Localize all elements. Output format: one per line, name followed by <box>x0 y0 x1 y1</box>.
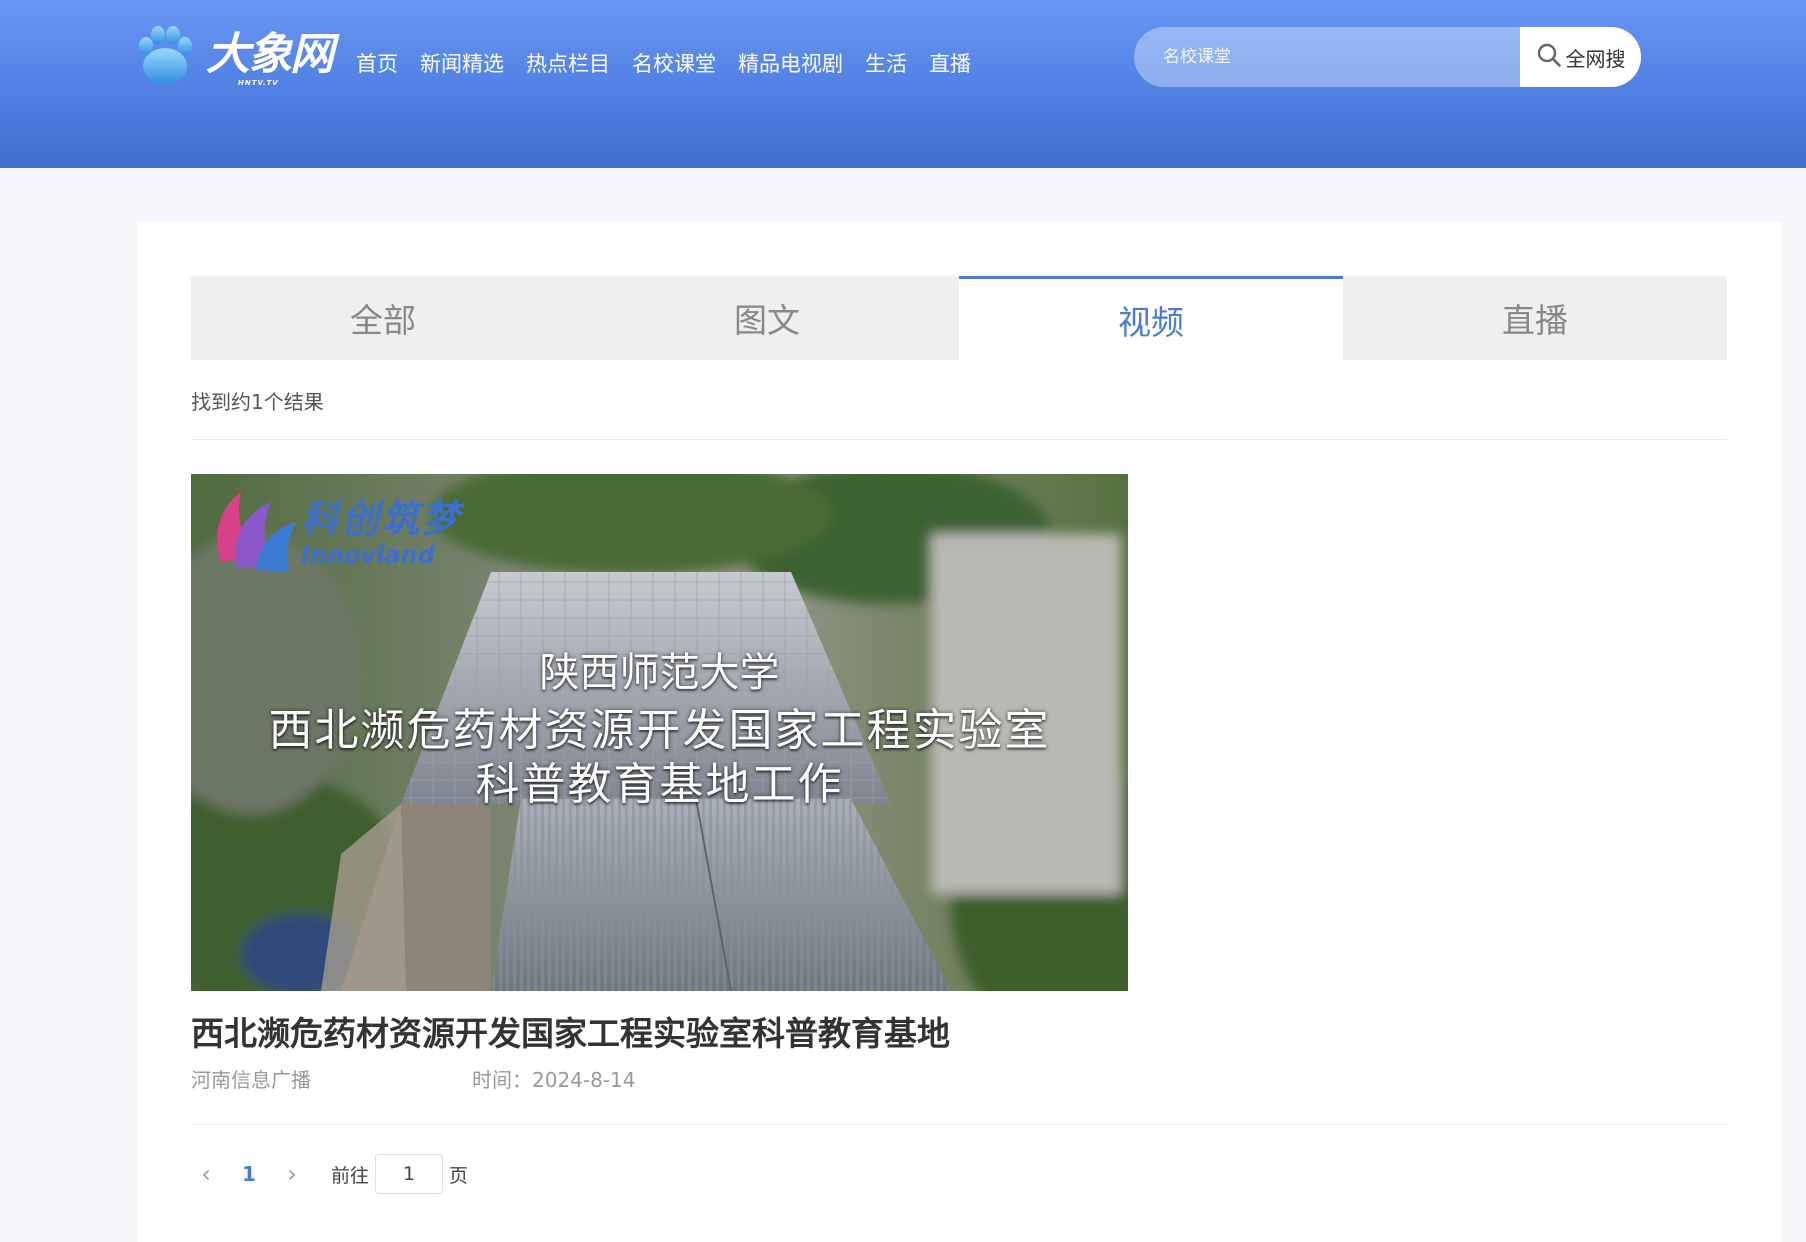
nav-item-tv-series[interactable]: 精品电视剧 <box>738 48 843 78</box>
video-thumbnail[interactable]: 科创筑梦 Innovland 陕西师范大学 西北濒危药材资源开发国家工程实验室 … <box>191 474 1128 991</box>
nav-item-news[interactable]: 新闻精选 <box>420 48 504 78</box>
result-title[interactable]: 西北濒危药材资源开发国家工程实验室科普教育基地 <box>191 1007 950 1055</box>
logo-text: 大象网 HNTV.TV <box>206 29 334 87</box>
tab-video[interactable]: 视频 <box>959 276 1343 360</box>
goto-label: 前往 <box>331 1164 370 1187</box>
site-logo[interactable]: 大象网 HNTV.TV <box>134 20 334 90</box>
page-number[interactable]: 1 <box>221 1162 277 1186</box>
nav-item-life[interactable]: 生活 <box>865 48 907 78</box>
nav-item-live[interactable]: 直播 <box>929 48 971 78</box>
page-unit-label: 页 <box>449 1164 469 1187</box>
search-bar: 全网搜 <box>1134 27 1641 87</box>
next-page-icon[interactable]: › <box>277 1160 307 1188</box>
search-input[interactable] <box>1134 27 1520 87</box>
result-tabs: 全部 图文 视频 直播 <box>191 276 1727 360</box>
tab-live[interactable]: 直播 <box>1343 276 1727 360</box>
goto-page-input[interactable] <box>375 1154 444 1194</box>
paw-logo-icon <box>134 22 196 88</box>
thumbnail-brand: 科创筑梦 Innovland <box>301 488 461 569</box>
pagination: ‹ 1 › 前往 页 <box>191 1154 468 1194</box>
search-button[interactable]: 全网搜 <box>1520 27 1641 87</box>
logo-subtext: HNTV.TV <box>238 79 279 87</box>
divider <box>191 1124 1727 1125</box>
results-panel: 全部 图文 视频 直播 找到约1个结果 科创筑梦 Innovland 陕西师范大… <box>137 222 1781 1242</box>
site-header: 大象网 HNTV.TV 首页 新闻精选 热点栏目 名校课堂 精品电视剧 生活 直… <box>0 0 1806 168</box>
result-time: 时间：2024-8-14 <box>472 1068 636 1092</box>
result-source: 河南信息广播 <box>191 1068 311 1092</box>
thumbnail-caption-line: 陕西师范大学 <box>539 650 780 696</box>
thumbnail-brand-en: Innovland <box>301 541 435 569</box>
thumbnail-brand-cn: 科创筑梦 <box>301 497 462 541</box>
nav-item-home[interactable]: 首页 <box>356 48 398 78</box>
result-count: 找到约1个结果 <box>191 390 324 414</box>
tab-image-text[interactable]: 图文 <box>575 276 959 360</box>
nav-item-school-class[interactable]: 名校课堂 <box>632 48 716 78</box>
main-nav: 首页 新闻精选 热点栏目 名校课堂 精品电视剧 生活 直播 <box>356 48 993 78</box>
search-icon <box>1536 42 1562 73</box>
tab-all[interactable]: 全部 <box>191 276 575 360</box>
search-button-label: 全网搜 <box>1565 46 1626 71</box>
divider <box>191 439 1727 440</box>
thumbnail-caption-line: 科普教育基地工作 <box>475 759 844 810</box>
nav-item-hot-columns[interactable]: 热点栏目 <box>526 48 610 78</box>
prev-page-icon[interactable]: ‹ <box>191 1160 221 1188</box>
